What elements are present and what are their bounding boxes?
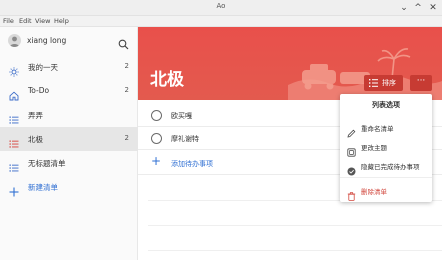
menu-item-label: 隐藏已完成待办事项 (361, 163, 420, 171)
theme-illustration (288, 48, 442, 100)
app-window: Ao ⌄ ^ ✕ File Edit View Help xiang long … (0, 0, 442, 260)
menu-help[interactable]: Help (54, 17, 69, 25)
list-icon (9, 110, 19, 124)
sidebar-item-my-day[interactable]: 我的一天 2 (0, 55, 138, 79)
search-icon[interactable] (118, 35, 129, 54)
title-bar: Ao ⌄ ^ ✕ (0, 0, 442, 16)
new-list-label: 新建清单 (28, 183, 58, 192)
sidebar-item-count: 2 (124, 86, 129, 94)
menu-divider (340, 177, 432, 178)
task-title: 摩礼谢特 (171, 135, 199, 143)
new-list-button[interactable]: 新建清单 (0, 175, 138, 199)
sidebar-item-count: 2 (124, 134, 129, 142)
sidebar-item-label: 无标题清单 (28, 159, 66, 168)
close-icon[interactable]: ✕ (428, 3, 438, 13)
rename-list-item[interactable]: 重命名清单 (340, 118, 432, 138)
plus-icon: + (151, 154, 162, 168)
avatar (8, 34, 21, 47)
hide-completed-item[interactable]: 隐藏已完成待办事项 (340, 156, 432, 176)
sort-button[interactable]: 排序 (364, 75, 403, 91)
trash-icon (347, 186, 356, 205)
task-title: 欧买嘎 (171, 112, 192, 120)
more-options-button[interactable]: ··· (410, 75, 432, 91)
minimize-icon[interactable]: ⌄ (399, 3, 409, 13)
user-account[interactable]: xiang long (0, 27, 138, 55)
delete-list-item[interactable]: 删除清单 (340, 181, 432, 201)
menu-item-label: 重命名清单 (361, 125, 394, 133)
page-title: 北极 (150, 70, 184, 90)
sidebar-item-untitled-list[interactable]: 无标题清单 (0, 151, 138, 175)
sidebar-item-list-1[interactable]: 弄弄 (0, 103, 138, 127)
sidebar-item-label: To-Do (28, 86, 50, 95)
sidebar-item-todo[interactable]: To-Do 2 (0, 79, 138, 103)
home-icon (9, 86, 19, 101)
menu-view[interactable]: View (35, 17, 50, 25)
window-title: Ao (216, 2, 226, 10)
sort-label: 排序 (382, 79, 396, 87)
menu-edit[interactable]: Edit (19, 17, 32, 25)
change-theme-item[interactable]: 更改主题 (340, 137, 432, 157)
plus-icon (9, 182, 19, 197)
menu-title: 列表选项 (372, 101, 400, 109)
sidebar-item-arctic[interactable]: 北极 2 (0, 127, 138, 151)
list-header: 北极 排序 ··· (138, 27, 442, 100)
sidebar-item-label: 北极 (28, 135, 43, 144)
list-icon (9, 158, 19, 172)
sun-icon (9, 62, 19, 77)
sidebar-item-count: 2 (124, 62, 129, 70)
sort-icon (369, 79, 378, 89)
complete-checkbox[interactable] (151, 110, 162, 121)
menu-bar: File Edit View Help (0, 16, 442, 27)
user-name: xiang long (27, 36, 67, 45)
sidebar: xiang long 我的一天 2 To-Do 2 弄弄 北极 2 无标题清单 … (0, 27, 138, 260)
list-icon (9, 134, 19, 148)
add-task-label: 添加待办事项 (171, 160, 213, 168)
maximize-icon[interactable]: ^ (413, 3, 423, 13)
divider (148, 250, 442, 251)
list-options-menu: 列表选项 重命名清单 更改主题 隐藏已完成待办事项 删除清单 (340, 94, 432, 202)
sidebar-item-label: 我的一天 (28, 63, 58, 72)
menu-file[interactable]: File (3, 17, 14, 25)
menu-item-label: 删除清单 (361, 188, 387, 196)
complete-checkbox[interactable] (151, 133, 162, 144)
sidebar-item-label: 弄弄 (28, 111, 43, 120)
divider (148, 225, 442, 226)
menu-item-label: 更改主题 (361, 144, 387, 152)
